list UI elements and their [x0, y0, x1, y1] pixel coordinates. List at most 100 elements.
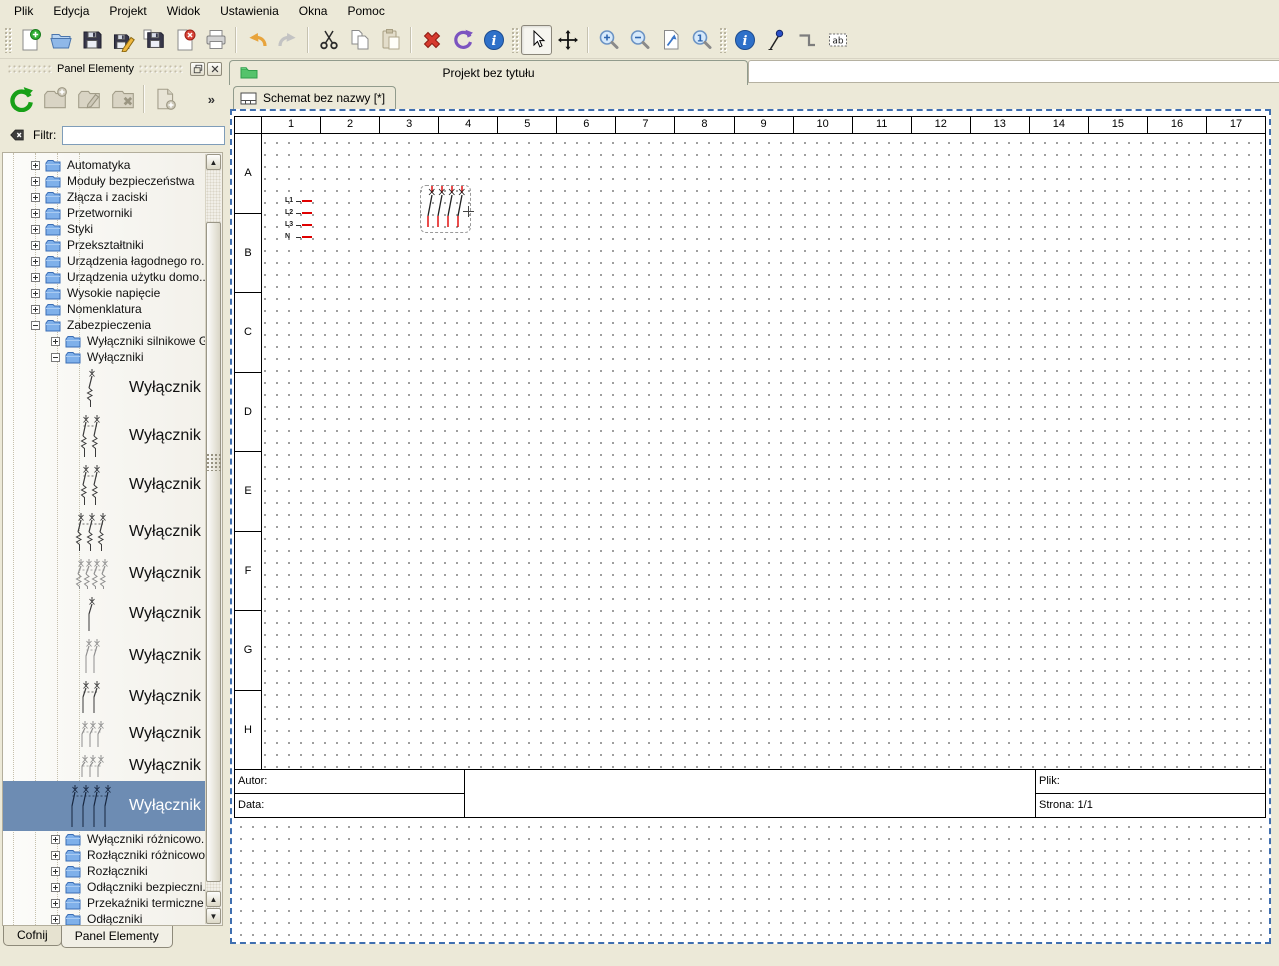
add-text-field-button[interactable]: ab	[822, 25, 853, 55]
scroll-down-button[interactable]: ▼	[206, 908, 221, 924]
filter-clear-icon[interactable]	[6, 127, 28, 144]
tree-folder-row[interactable]: Złącza i zaciski	[3, 189, 205, 205]
tree-expand-toggle[interactable]	[31, 273, 40, 282]
open-file-button[interactable]	[45, 25, 76, 55]
close-document-button[interactable]	[169, 25, 200, 55]
toolbar-handle[interactable]	[511, 27, 519, 53]
menu-plik[interactable]: Plik	[4, 1, 43, 21]
tree-folder-row[interactable]: Wyłączniki różnicowo...	[3, 831, 205, 847]
toolbar-handle[interactable]	[4, 27, 12, 53]
delete-selection-button[interactable]	[416, 25, 447, 55]
tree-folder-row[interactable]: Urządzenia łagodnego ro...	[3, 253, 205, 269]
copy-button[interactable]	[344, 25, 375, 55]
tree-element-row[interactable]: Wyłącznik	[3, 751, 205, 781]
tree-expand-toggle[interactable]	[31, 257, 40, 266]
zoom-out-button[interactable]	[624, 25, 655, 55]
cut-button[interactable]	[313, 25, 344, 55]
power-terminals-element[interactable]: L1L2L3N	[285, 195, 312, 243]
tree-expand-toggle[interactable]	[51, 851, 60, 860]
menu-okna[interactable]: Okna	[289, 1, 338, 21]
save-button[interactable]	[76, 25, 107, 55]
tree-expand-toggle[interactable]	[31, 305, 40, 314]
panel-tab-panelelementy[interactable]: Panel Elementy	[61, 926, 173, 948]
tree-folder-row[interactable]: Urządzenia użytku domo...	[3, 269, 205, 285]
edit-category-button[interactable]	[72, 83, 106, 115]
tree-folder-row[interactable]: Przetworniki	[3, 205, 205, 221]
tree-element-row[interactable]: Wyłącznik	[3, 781, 205, 831]
add-conductor-button[interactable]	[760, 25, 791, 55]
tree-expand-toggle[interactable]	[31, 321, 40, 330]
tree-expand-toggle[interactable]	[31, 241, 40, 250]
tree-folder-row[interactable]: Przekształtniki	[3, 237, 205, 253]
tree-expand-toggle[interactable]	[51, 353, 60, 362]
zoom-fit-button[interactable]	[655, 25, 686, 55]
tree-folder-row[interactable]: Nomenklatura	[3, 301, 205, 317]
tree-expand-toggle[interactable]	[31, 209, 40, 218]
tree-expand-toggle[interactable]	[51, 883, 60, 892]
tree-folder-row[interactable]: Wyłączniki silnikowe GV	[3, 333, 205, 349]
undo-button[interactable]	[241, 25, 272, 55]
menu-projekt[interactable]: Projekt	[99, 1, 156, 21]
tree-element-row[interactable]: Wyłącznik	[3, 509, 205, 555]
menu-ustawienia[interactable]: Ustawienia	[210, 1, 289, 21]
toolbar-handle[interactable]	[719, 27, 727, 53]
tree-element-row[interactable]: Wyłącznik	[3, 411, 205, 461]
print-button[interactable]	[200, 25, 231, 55]
tree-element-row[interactable]: Wyłącznik	[3, 717, 205, 751]
scroll-up-button[interactable]: ▲	[206, 154, 221, 170]
elements-tree[interactable]: AutomatykaModuły bezpieczeństwaZłącza i …	[2, 152, 223, 926]
menu-widok[interactable]: Widok	[157, 1, 210, 21]
tree-scrollbar[interactable]: ▲ ▲ ▼	[205, 154, 221, 924]
tree-expand-toggle[interactable]	[31, 161, 40, 170]
panel-tab-cofnij[interactable]: Cofnij	[3, 926, 62, 946]
tree-element-row[interactable]: Wyłącznik	[3, 593, 205, 635]
schematic-canvas[interactable]: 1234567891011121314151617 ABCDEFGH Autor…	[230, 109, 1271, 944]
tree-element-row[interactable]: Wyłącznik	[3, 555, 205, 593]
tree-folder-row[interactable]: Odłączniki bezpieczni...	[3, 879, 205, 895]
tree-folder-row[interactable]: Odłączniki	[3, 911, 205, 926]
scroll-up-button-2[interactable]: ▲	[206, 891, 221, 907]
select-mode-button[interactable]	[521, 25, 552, 55]
tree-expand-toggle[interactable]	[31, 177, 40, 186]
tree-folder-row[interactable]: Wysokie napięcie	[3, 285, 205, 301]
more-buttons-chevron[interactable]: »	[208, 92, 215, 107]
tree-element-row[interactable]: Wyłącznik	[3, 635, 205, 677]
tree-expand-toggle[interactable]	[31, 289, 40, 298]
diagram-information-button[interactable]: i	[729, 25, 760, 55]
panel-close-button[interactable]	[207, 62, 222, 76]
tree-expand-toggle[interactable]	[51, 867, 60, 876]
tree-expand-toggle[interactable]	[51, 915, 60, 924]
tree-folder-row[interactable]: Zabezpieczenia	[3, 317, 205, 333]
tree-expand-toggle[interactable]	[31, 193, 40, 202]
new-category-button[interactable]	[38, 83, 72, 115]
save-all-button[interactable]	[138, 25, 169, 55]
tree-folder-row[interactable]: Styki	[3, 221, 205, 237]
filter-input[interactable]	[62, 126, 225, 145]
tree-expand-toggle[interactable]	[31, 225, 40, 234]
tree-expand-toggle[interactable]	[51, 835, 60, 844]
menu-edycja[interactable]: Edycja	[43, 1, 99, 21]
splitter-handle[interactable]	[206, 453, 221, 471]
element-information-button[interactable]: i	[478, 25, 509, 55]
new-element-button[interactable]	[148, 83, 182, 115]
save-as-button[interactable]	[107, 25, 138, 55]
tree-folder-row[interactable]: Przekaźniki termiczne	[3, 895, 205, 911]
tree-element-row[interactable]: Wyłącznik	[3, 677, 205, 717]
add-corner-button[interactable]	[791, 25, 822, 55]
paste-button[interactable]	[375, 25, 406, 55]
zoom-original-button[interactable]: 1	[686, 25, 717, 55]
redo-button[interactable]	[272, 25, 303, 55]
reload-collections-button[interactable]	[4, 83, 38, 115]
panel-titlebar[interactable]: Panel Elementy	[0, 59, 225, 78]
panel-float-button[interactable]	[190, 62, 205, 76]
project-tab[interactable]: Projekt bez tytułu	[229, 60, 748, 85]
tree-folder-row[interactable]: Rozłączniki różnicowo...	[3, 847, 205, 863]
tree-folder-row[interactable]: Rozłączniki	[3, 863, 205, 879]
tree-folder-row[interactable]: Moduły bezpieczeństwa	[3, 173, 205, 189]
tree-folder-row[interactable]: Wyłączniki	[3, 349, 205, 365]
scroll-thumb[interactable]	[206, 222, 221, 882]
new-document-button[interactable]	[14, 25, 45, 55]
pan-mode-button[interactable]	[552, 25, 583, 55]
tree-element-row[interactable]: Wyłącznik	[3, 461, 205, 509]
tree-expand-toggle[interactable]	[51, 899, 60, 908]
